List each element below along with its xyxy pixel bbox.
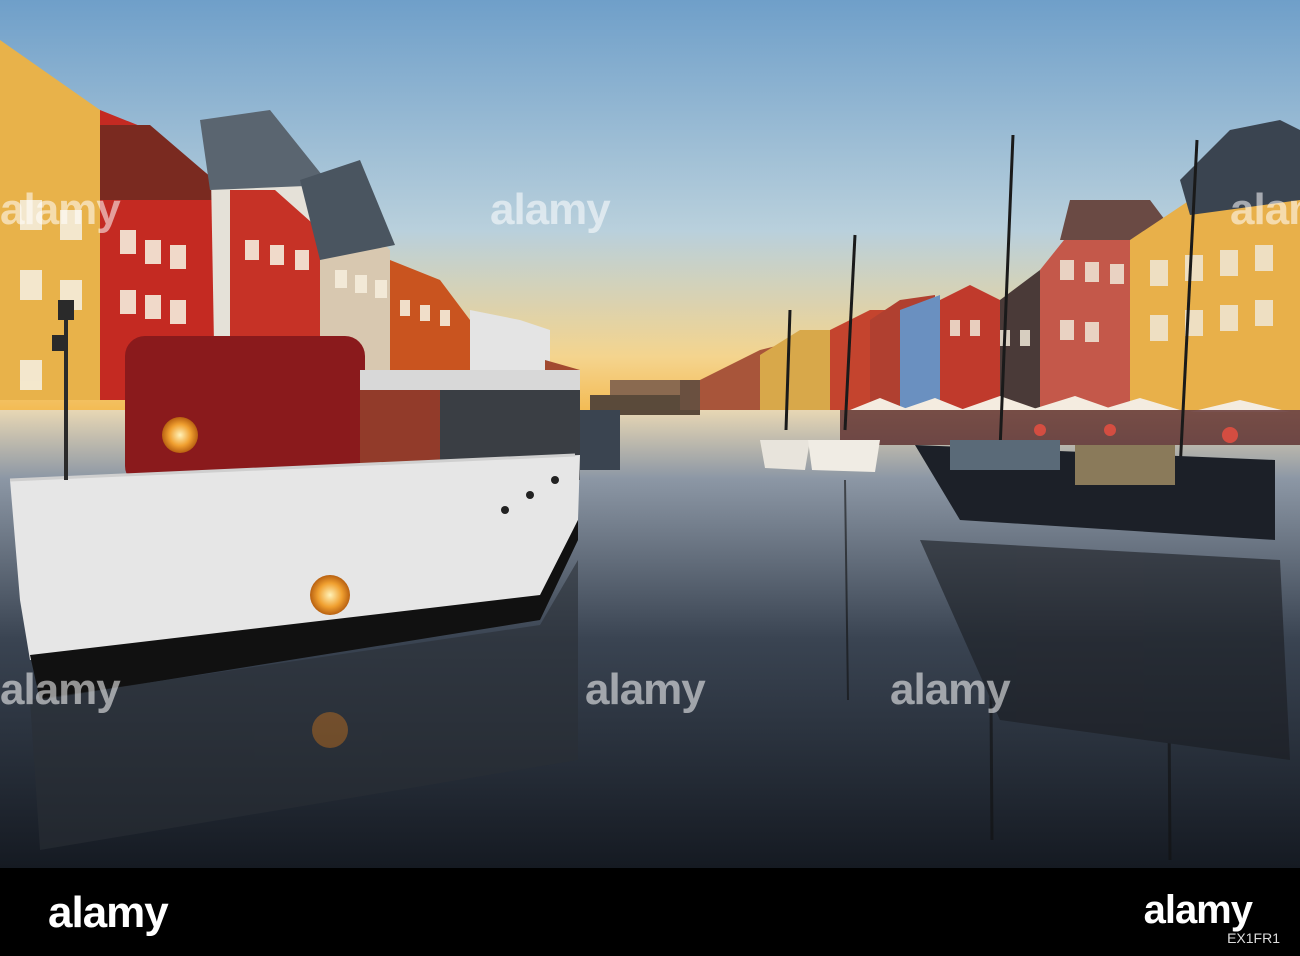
footer-bar: alamy alamy	[0, 868, 1300, 956]
brand-logo: alamy	[48, 888, 169, 937]
watermark: alamy	[585, 665, 706, 714]
canal-photo	[0, 0, 1300, 868]
image-id: EX1FR1	[1227, 930, 1280, 946]
photo-stage: alamy alamy alamy alamy alamy alamy alam…	[0, 0, 1300, 956]
watermark: alamy	[890, 665, 1011, 714]
watermark: alamy	[0, 665, 121, 714]
watermark: alamy	[1230, 185, 1300, 234]
watermark: alamy	[490, 185, 611, 234]
brand-logo-right: alamy	[1143, 888, 1253, 932]
image-credit: alamy	[1143, 888, 1253, 933]
watermark: alamy	[0, 185, 121, 234]
